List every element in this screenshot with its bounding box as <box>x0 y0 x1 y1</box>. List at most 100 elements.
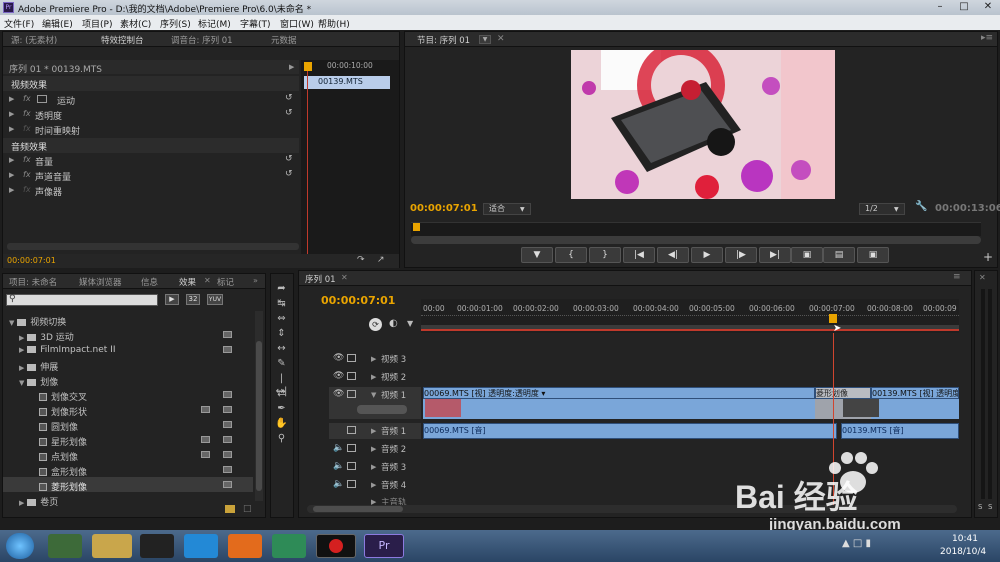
maximize-icon[interactable]: □ <box>952 0 976 15</box>
keyframe-navigator[interactable] <box>357 405 407 414</box>
expand-triangle-icon[interactable]: ▶ <box>19 364 24 372</box>
effect-row-volume[interactable]: ▶ fx 音量 ↺ <box>3 153 299 168</box>
taskbar-firefox-icon[interactable] <box>228 534 262 558</box>
expand-triangle-icon[interactable]: ▶ <box>9 110 14 118</box>
expand-triangle-icon[interactable]: ▶ <box>19 334 24 342</box>
menu-clip[interactable]: 素材(C) <box>120 17 151 30</box>
panel-menu-icon[interactable]: ≡ <box>953 272 961 282</box>
fx-icon[interactable]: fx <box>23 94 31 103</box>
export-frame-camera-button[interactable]: ▣ <box>857 247 889 263</box>
play-triangle-icon[interactable]: ▶ <box>289 63 294 71</box>
playhead-marker-icon[interactable] <box>304 62 312 71</box>
effects-search-input[interactable]: ⚲ <box>6 294 158 306</box>
tree-item-filmimpact[interactable]: ▶ FilmImpact.net II <box>19 345 115 355</box>
reset-icon[interactable]: ↺ <box>285 108 293 118</box>
program-zoom-bar[interactable] <box>411 236 981 244</box>
taskbar-qq-icon[interactable] <box>140 534 174 558</box>
a1-clip-b[interactable]: 00139.MTS [音] <box>841 423 959 439</box>
start-button[interactable] <box>6 533 34 559</box>
tab-sequence[interactable]: 序列 01 <box>305 273 336 285</box>
add-marker-icon[interactable]: ▼ <box>407 319 413 328</box>
mark-out-button[interactable]: } <box>589 247 621 263</box>
program-scrub-ruler[interactable] <box>411 222 981 236</box>
taskbar-app-icon[interactable] <box>272 534 306 558</box>
effect-controls-scrollbar[interactable] <box>7 243 299 250</box>
menu-file[interactable]: 文件(F) <box>4 17 34 30</box>
v1-clip-a[interactable]: 00069.MTS [视] 透明度:透明度 ▾ <box>423 387 815 399</box>
program-dropdown-icon[interactable]: ▼ <box>479 35 491 44</box>
tab-audio-mixer[interactable]: 调音台: 序列 01 <box>171 34 233 46</box>
trash-icon[interactable]: □ <box>243 504 252 514</box>
fx-icon[interactable]: fx <box>23 170 31 179</box>
effects-scrollbar[interactable] <box>255 311 263 501</box>
effect-row-time-remap[interactable]: ▶ fx 时间重映射 <box>3 122 299 137</box>
fx-icon[interactable]: fx <box>23 155 31 164</box>
effect-controls-timecode[interactable]: 00:00:07:01 <box>7 256 56 265</box>
expand-triangle-icon[interactable]: ▶ <box>9 171 14 179</box>
tab-program[interactable]: 节目: 序列 01 <box>417 34 470 46</box>
close-tab-icon[interactable]: ✕ <box>979 273 986 282</box>
lift-button[interactable]: ▣ <box>791 247 823 263</box>
menu-marker[interactable]: 标记(M) <box>198 17 231 30</box>
program-timecode[interactable]: 00:00:07:01 <box>410 203 478 214</box>
add-button-icon[interactable]: + <box>983 250 993 264</box>
export-icon[interactable]: ↗ <box>377 255 385 265</box>
mini-clip[interactable]: 00139.MTS <box>304 76 390 89</box>
expand-triangle-icon[interactable]: ▶ <box>371 355 376 363</box>
tab-info[interactable]: 信息 <box>141 276 158 288</box>
tree-item-page-peel[interactable]: ▶ 卷页 <box>19 495 58 508</box>
speaker-icon[interactable]: 🔈 <box>333 443 344 453</box>
tab-effects[interactable]: 效果 <box>179 276 196 288</box>
tree-item-iris[interactable]: ▼ 划像 <box>19 375 58 388</box>
tree-item-iris-round[interactable]: 圆划像 <box>39 420 78 433</box>
close-icon[interactable]: ✕ <box>976 0 1000 15</box>
effect-row-channel-volume[interactable]: ▶ fx 声道音量 ↺ <box>3 168 299 183</box>
export-frame-icon[interactable]: ↷ <box>357 255 365 265</box>
clock-time[interactable]: 10:41 <box>952 534 978 544</box>
pen-tool-icon[interactable]: ✒ <box>274 402 289 416</box>
go-to-in-button[interactable]: |◀ <box>623 247 655 263</box>
tab-markers[interactable]: 标记 <box>217 276 234 288</box>
a1-clip-a[interactable]: 00069.MTS [音] <box>423 423 837 439</box>
expand-triangle-icon[interactable]: ▶ <box>371 373 376 381</box>
speaker-icon[interactable]: 🔈 <box>333 461 344 471</box>
lock-icon[interactable] <box>347 354 356 362</box>
collapse-triangle-icon[interactable]: ▼ <box>371 391 376 399</box>
mark-in-button[interactable]: { <box>555 247 587 263</box>
tab-effect-controls[interactable]: 特效控制台 <box>101 34 144 46</box>
lock-icon[interactable] <box>347 426 356 434</box>
menu-sequence[interactable]: 序列(S) <box>160 17 191 30</box>
tray-icons[interactable]: ▲ □ ▮ <box>842 538 871 549</box>
reset-icon[interactable]: ↺ <box>285 93 293 103</box>
clock-date[interactable]: 2018/10/4 <box>940 547 986 557</box>
new-bin-icon[interactable] <box>225 505 235 513</box>
lock-icon[interactable] <box>347 444 356 452</box>
scrollbar-thumb[interactable] <box>313 506 403 512</box>
rolling-edit-tool-icon[interactable]: ⇕ <box>274 327 289 341</box>
playhead-icon[interactable] <box>829 314 837 323</box>
v1-clip-b[interactable]: 00139.MTS [视] 透明度 <box>871 387 959 399</box>
tab-metadata[interactable]: 元数据 <box>271 34 297 46</box>
taskbar-recorder-icon[interactable] <box>316 534 356 558</box>
fit-dropdown[interactable]: 适合 ▼ <box>483 203 531 215</box>
fx-icon[interactable]: fx <box>23 109 31 118</box>
razor-tool-icon[interactable]: ✎ <box>274 357 289 371</box>
zoom-tool-icon[interactable]: ⚲ <box>274 432 289 446</box>
expand-triangle-icon[interactable]: ▶ <box>9 156 14 164</box>
tree-item-iris-cross[interactable]: 划像交叉 <box>39 390 87 403</box>
tree-item-3d-motion[interactable]: ▶ 3D 运动 <box>19 330 74 343</box>
v1-clip-b-body[interactable] <box>871 399 959 419</box>
expand-triangle-icon[interactable]: ▶ <box>371 427 376 435</box>
tab-media-browser[interactable]: 媒体浏览器 <box>79 276 122 288</box>
scrollbar-thumb[interactable] <box>256 341 262 491</box>
transition-diamond-iris[interactable]: 菱形划像 <box>815 387 871 399</box>
wrench-icon[interactable]: 🔧 <box>915 201 927 212</box>
extract-button[interactable]: ▤ <box>823 247 855 263</box>
solo-right-button[interactable]: S <box>988 503 992 511</box>
hand-tool-icon[interactable]: ✋ <box>274 417 289 431</box>
tab-source[interactable]: 源: (无素材) <box>11 34 57 46</box>
rate-stretch-tool-icon[interactable]: ↔ <box>274 342 289 356</box>
v1-clip-a-body[interactable] <box>423 399 815 419</box>
tree-item-iris-points[interactable]: 点划像 <box>39 450 78 463</box>
selection-tool-icon[interactable]: ➦ <box>274 282 289 296</box>
